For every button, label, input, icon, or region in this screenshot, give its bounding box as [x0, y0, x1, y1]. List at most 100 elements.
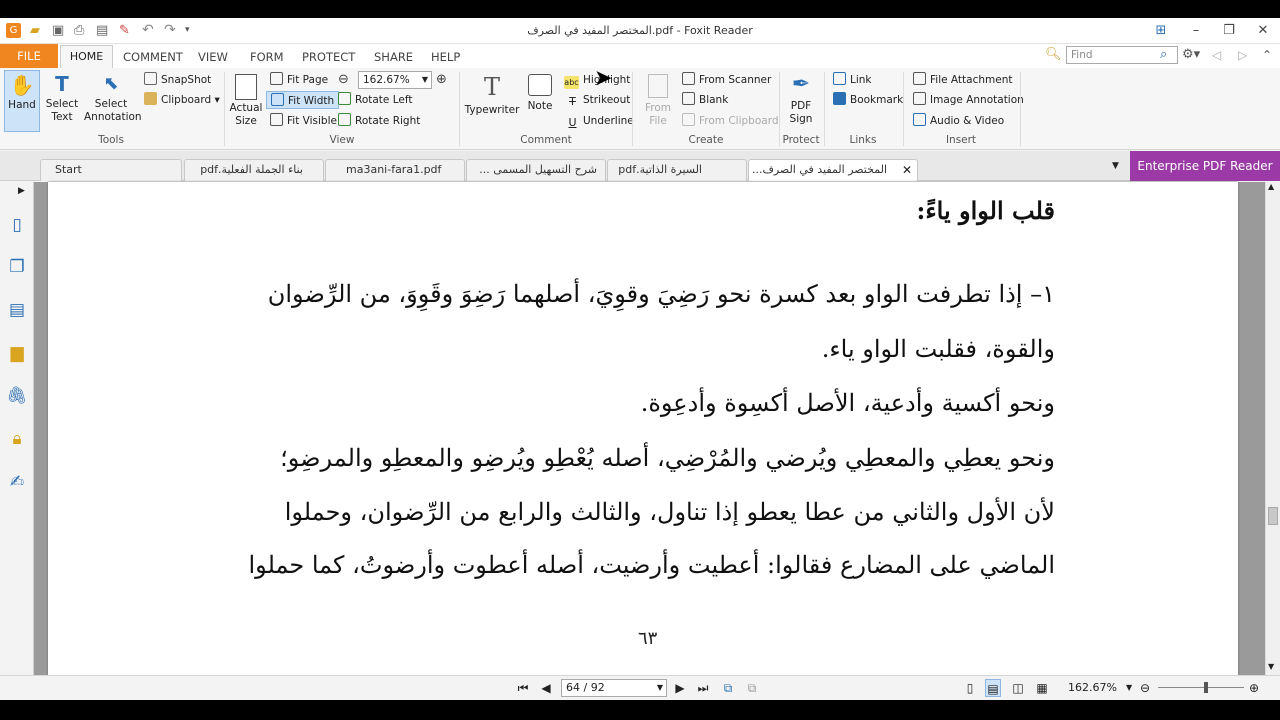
back-icon[interactable]: ◁ [1212, 47, 1224, 63]
paperclip-icon [913, 72, 926, 85]
zoom-slider[interactable] [1158, 687, 1244, 688]
tab-comment[interactable]: COMMENT [113, 46, 193, 68]
tab-form[interactable]: FORM [240, 46, 294, 68]
tab-file[interactable]: FILE [0, 44, 58, 68]
document-viewer[interactable]: قلب الواو ياءً: ١– إذا تطرفت الواو بعد ك… [34, 182, 1265, 675]
previous-view-icon[interactable]: ⧉ [720, 679, 736, 697]
last-page-icon[interactable]: ⏭ [695, 679, 711, 697]
continuous-facing-icon[interactable]: ▦ [1034, 679, 1050, 697]
zoom-in-icon[interactable]: ⊕ [1246, 679, 1262, 697]
actual-size-button[interactable]: Actual Size [228, 70, 264, 134]
doc-tab-3[interactable]: شرح التسهيل المسمى ... [466, 159, 606, 181]
clipboard-button[interactable]: Clipboard ▾ [144, 91, 220, 109]
collapse-ribbon-icon[interactable]: ⌃ [1262, 47, 1274, 63]
bookmarks-panel-icon[interactable]: ▤ [6, 299, 28, 321]
hand-tool-button[interactable]: ✋ Hand [4, 70, 40, 132]
next-view-icon[interactable]: ⧉ [744, 679, 760, 697]
expand-panel-icon[interactable]: ▶ [18, 186, 25, 196]
minimize-button[interactable]: – [1183, 22, 1209, 40]
search-icon[interactable]: ⌕ [1160, 47, 1176, 63]
link-button[interactable]: Link [833, 71, 872, 89]
from-file-button[interactable]: From File [638, 70, 678, 134]
zoom-dropdown-icon[interactable]: ▼ [1126, 679, 1132, 697]
layers-icon[interactable]: ❐ [6, 256, 28, 278]
blank-page-icon [682, 92, 695, 105]
zoom-out-icon[interactable]: ⊖ [338, 72, 354, 88]
tab-home[interactable]: HOME [60, 45, 113, 68]
from-scanner-button[interactable]: From Scanner [682, 71, 771, 89]
rotate-right-button[interactable]: Rotate Right [338, 112, 420, 130]
continuous-page-icon[interactable]: ▤ [985, 679, 1001, 697]
file-attachment-button[interactable]: File Attachment [913, 71, 1012, 89]
previous-page-icon[interactable]: ◀ [538, 679, 554, 697]
search-folder-icon[interactable]: 🔍︎ [1045, 47, 1062, 63]
tab-view[interactable]: VIEW [188, 46, 238, 68]
fit-visible-button[interactable]: Fit Visible [270, 112, 337, 130]
snapshot-button[interactable]: SnapShot [144, 71, 211, 89]
image-annotation-button[interactable]: Image Annotation [913, 91, 1024, 109]
close-button[interactable]: ✕ [1250, 22, 1276, 40]
separator [824, 72, 825, 146]
pen-icon: ✒ [791, 72, 811, 97]
maximize-button[interactable]: ❐ [1216, 22, 1242, 40]
scroll-down-icon[interactable]: ▼ [1268, 662, 1274, 671]
fit-page-button[interactable]: Fit Page [270, 71, 328, 89]
tab-help[interactable]: HELP [421, 46, 470, 68]
zoom-level[interactable]: 162.67% [1068, 679, 1117, 697]
page-number-input[interactable]: 64 / 92 ▼ [561, 679, 667, 697]
audio-video-button[interactable]: Audio & Video [913, 112, 1004, 130]
rotate-right-icon [338, 113, 351, 126]
layout-icon[interactable]: ⊞ [1148, 22, 1174, 40]
underline-button[interactable]: U Underline [566, 112, 633, 130]
security-icon[interactable]: 🔒︎ [6, 428, 28, 450]
note-button[interactable]: Note [522, 70, 558, 134]
fit-width-button[interactable]: Fit Width [266, 91, 340, 109]
next-page-icon[interactable]: ▶ [672, 679, 688, 697]
zoom-out-icon[interactable]: ⊖ [1137, 679, 1153, 697]
separator [903, 72, 904, 146]
doc-tab-1[interactable]: بناء الجملة الفعلية.pdf [184, 159, 324, 181]
from-clipboard-button[interactable]: From Clipboard [682, 112, 779, 130]
forward-icon[interactable]: ▷ [1238, 47, 1250, 63]
bookmark-button[interactable]: Bookmark [833, 91, 903, 109]
title-bar: G ▰ ▣ ⎙ ▤ ✎ ↶ ↷ ▾ المختصر المفيد في الصر… [0, 18, 1280, 44]
links-group-label: Links [849, 134, 877, 146]
pdf-sign-button[interactable]: ✒ PDF Sign [782, 70, 820, 134]
typewriter-button[interactable]: T Typewriter [464, 70, 520, 134]
attachments-icon[interactable]: 🖇︎ [6, 385, 28, 407]
pdf-page: قلب الواو ياءً: ١– إذا تطرفت الواو بعد ك… [48, 182, 1238, 675]
vertical-scrollbar[interactable]: ▲ ▼ [1265, 182, 1280, 675]
annotation-cursor-icon: ⬉ [103, 73, 119, 94]
select-text-button[interactable]: T Select Text [44, 70, 80, 134]
tab-share[interactable]: SHARE [364, 46, 423, 68]
zoom-in-icon[interactable]: ⊕ [436, 72, 452, 88]
single-page-icon[interactable]: ▯ [962, 679, 978, 697]
status-bar: ⏮ ◀ 64 / 92 ▼ ▶ ⏭ ⧉ ⧉ ▯ ▤ ◫ ▦ 162.67% ▼ ⊖… [0, 675, 1280, 700]
link-icon [833, 72, 846, 85]
zoom-slider-thumb[interactable] [1204, 682, 1208, 693]
zoom-select[interactable]: 162.67% ▼ [358, 71, 432, 89]
enterprise-banner[interactable]: Enterprise PDF Reader [1130, 151, 1280, 181]
first-page-icon[interactable]: ⏮ [515, 679, 531, 697]
navigation-sidebar: ▶ ▯ ❐ ▤ ▆ 🖇︎ 🔒︎ ✍ [0, 182, 34, 675]
signatures-icon[interactable]: ✍ [6, 471, 28, 493]
doc-tab-start[interactable]: Start [40, 159, 182, 181]
gear-icon[interactable]: ⚙▾ [1182, 47, 1204, 63]
strikeout-button[interactable]: T Strikeout [566, 91, 630, 109]
rotate-left-icon [338, 92, 351, 105]
select-annotation-button[interactable]: ⬉ Select Annotation [84, 70, 142, 134]
tab-protect[interactable]: PROTECT [292, 46, 365, 68]
close-tab-icon[interactable]: ✕ [900, 163, 914, 177]
blank-button[interactable]: Blank [682, 91, 728, 109]
doc-tab-2[interactable]: ma3ani-fara1.pdf [325, 159, 465, 181]
scrollbar-thumb[interactable] [1268, 507, 1278, 525]
window-title: المختصر المفيد في الصرف.pdf - Foxit Read… [527, 24, 753, 37]
scroll-up-icon[interactable]: ▲ [1268, 182, 1274, 191]
doc-tab-4[interactable]: السيرة الذاتية.pdf [607, 159, 747, 181]
facing-page-icon[interactable]: ◫ [1010, 679, 1026, 697]
pages-icon[interactable]: ▯ [6, 214, 28, 236]
rotate-left-button[interactable]: Rotate Left [338, 91, 412, 109]
comments-icon[interactable]: ▆ [6, 342, 28, 364]
tab-list-dropdown-icon[interactable]: ▼ [1112, 159, 1126, 173]
doc-tab-active[interactable]: المختصر المفيد في الصرف... [748, 159, 918, 181]
